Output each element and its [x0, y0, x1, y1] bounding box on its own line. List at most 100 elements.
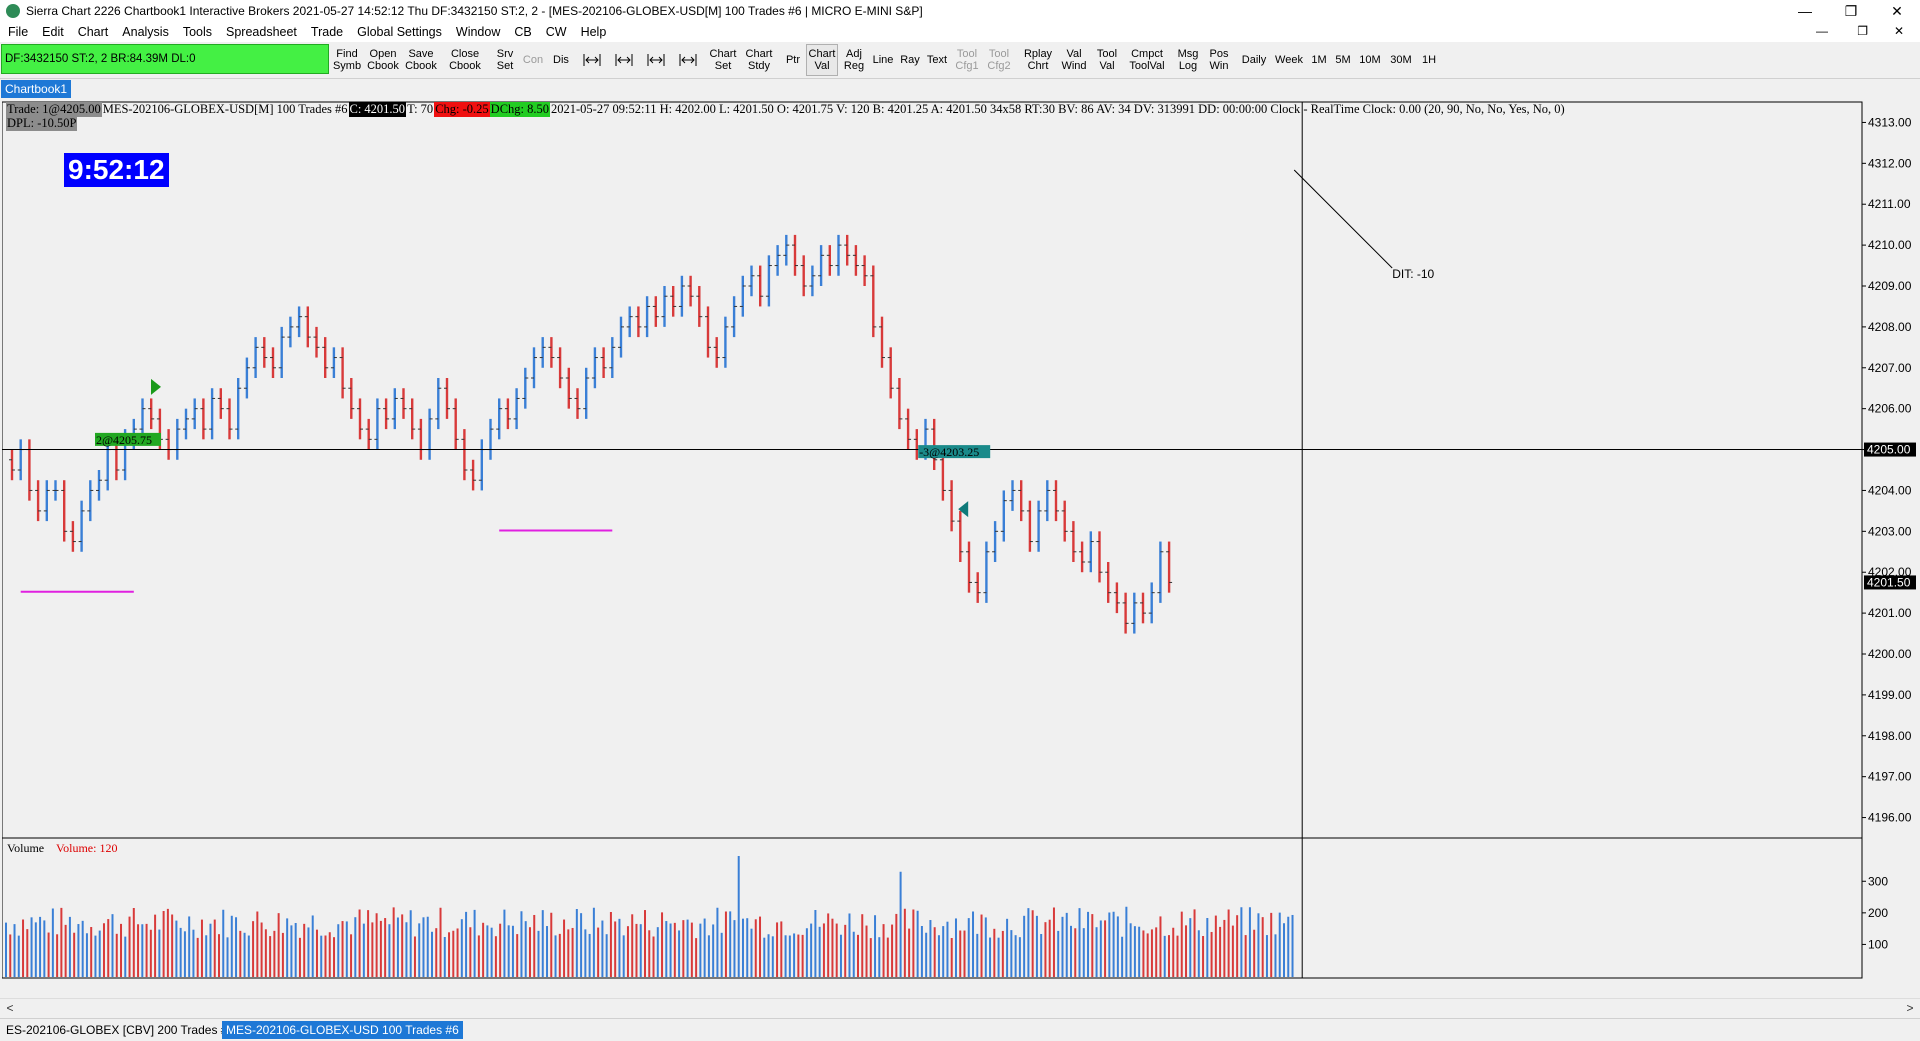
mdi-close-button[interactable]: ✕ — [1894, 24, 1904, 38]
toolbar-button-label: Reg — [843, 60, 865, 72]
window-title: Sierra Chart 2226 Chartbook1 Interactive… — [26, 4, 923, 18]
chartbook-tabstrip: Chartbook1 — [0, 80, 1920, 98]
price-chart[interactable]: 4313.00 4312.00 4211.00 4210.00 4209.00 4208.… — [2, 100, 1918, 980]
mdi-restore-button[interactable]: ❐ — [1857, 24, 1868, 38]
horizontal-scrollbar[interactable]: < > — [0, 998, 1920, 1017]
toolbar-button-label: 1M — [1311, 54, 1327, 66]
minimize-button[interactable]: — — [1782, 0, 1828, 22]
mdi-minimize-button[interactable]: — — [1816, 24, 1828, 38]
toolbar-button-dis[interactable]: Dis — [550, 44, 572, 76]
toolbar-button-msg-log[interactable]: Msg Log — [1174, 44, 1202, 76]
bar-spacing-icon-2[interactable] — [610, 44, 638, 76]
chart-tab-2[interactable]: MES-202106-GLOBEX-USD 100 Trades #6 — [222, 1021, 463, 1039]
toolbar-button-cmpct-toolval[interactable]: Cmpct ToolVal — [1126, 44, 1168, 76]
y-tick-label: 4203.00 — [1868, 524, 1912, 538]
volume-tick-label: 100 — [1868, 937, 1888, 951]
toolbar-button-line[interactable]: Line — [870, 44, 896, 76]
toolbar-button-label: Set — [496, 60, 514, 72]
chart-tab-1[interactable]: ES-202106-GLOBEX [CBV] 200 Trades #7 — [2, 1021, 238, 1039]
toolbar-button-open-cbook[interactable]: Open Cbook — [366, 44, 400, 76]
menu-global-settings[interactable]: Global Settings — [357, 25, 442, 39]
toolbar-button-daily[interactable]: Daily — [1238, 44, 1270, 76]
toolbar-button-val-wind[interactable]: Val Wind — [1058, 44, 1090, 76]
toolbar-button-label: Daily — [1241, 54, 1267, 66]
toolbar-button-label: Set — [714, 60, 732, 72]
bar-spacing-icon-4[interactable] — [674, 44, 702, 76]
toolbar-button-week[interactable]: Week — [1272, 44, 1306, 76]
menu-edit[interactable]: Edit — [42, 25, 64, 39]
menu-help[interactable]: Help — [581, 25, 607, 39]
toolbar-button-chart-stdy[interactable]: Chart Stdy — [742, 44, 776, 76]
volume-pane[interactable] — [2, 837, 1863, 979]
toolbar-button-chart-val[interactable]: Chart Val — [806, 44, 838, 76]
scroll-right-arrow[interactable]: > — [1902, 1000, 1918, 1016]
chart-area[interactable]: 4313.00 4312.00 4211.00 4210.00 4209.00 4208.… — [2, 100, 1918, 980]
tab-chartbook1[interactable]: Chartbook1 — [1, 80, 72, 98]
toolbar-button-label: Open — [369, 48, 397, 60]
clock-display: 9:52:12 — [64, 153, 169, 187]
menu-cb[interactable]: CB — [514, 25, 531, 39]
close-button[interactable]: ✕ — [1874, 0, 1920, 22]
toolbar-button-label: Dis — [553, 54, 569, 66]
menu-tools[interactable]: Tools — [183, 25, 212, 39]
chart-header: Trade: 1@4205.00 MES-202106-GLOBEX-USD[M… — [6, 102, 1566, 117]
toolbar-button-tool-cfg2[interactable]: Tool Cfg2 — [984, 44, 1014, 76]
toolbar-button-tool-val[interactable]: Tool Val — [1092, 44, 1122, 76]
volume-value-label: Volume: 120 — [56, 841, 117, 855]
toolbar-button-tool-cfg1[interactable]: Tool Cfg1 — [952, 44, 982, 76]
annotation-dit: DIT: -10 — [1392, 267, 1434, 281]
bar-spacing-icon-1[interactable] — [578, 44, 606, 76]
chart-tabs: ES-202106-GLOBEX [CBV] 200 Trades #7 MES-… — [0, 1018, 1920, 1041]
scroll-left-arrow[interactable]: < — [2, 1000, 18, 1016]
toolbar-button-label: Text — [926, 54, 948, 66]
toolbar-button-label: Cbook — [449, 60, 481, 72]
toolbar-button-label: 10M — [1359, 54, 1381, 66]
toolbar-button-save-cbook[interactable]: Save Cbook — [404, 44, 438, 76]
toolbar-button-label: Log — [1178, 60, 1198, 72]
toolbar-button-ptr[interactable]: Ptr — [782, 44, 804, 76]
toolbar-button-label: 30M — [1390, 54, 1412, 66]
toolbar-button-text[interactable]: Text — [924, 44, 950, 76]
toolbar-button-label: Con — [522, 54, 544, 66]
toolbar-button-label: Chart — [808, 48, 836, 60]
toolbar-button-adj-reg[interactable]: Adj Reg — [840, 44, 868, 76]
y-tick-label: 4313.00 — [1868, 115, 1912, 129]
toolbar-button-rplay-chrt[interactable]: Rplay Chrt — [1020, 44, 1056, 76]
y-tick-label: 4211.00 — [1868, 197, 1911, 211]
menu-cw[interactable]: CW — [546, 25, 567, 39]
toolbar-button-label: Wind — [1061, 60, 1087, 72]
price-pane[interactable] — [2, 101, 1863, 839]
toolbar-button-con[interactable]: Con — [520, 44, 546, 76]
toolbar-button-label: Pos — [1209, 48, 1229, 60]
toolbar-button-5m[interactable]: 5M — [1332, 44, 1354, 76]
menu-analysis[interactable]: Analysis — [122, 25, 169, 39]
menu-file[interactable]: File — [8, 25, 28, 39]
restore-button[interactable]: ❐ — [1828, 0, 1874, 22]
bar-spacing-icon-3[interactable] — [642, 44, 670, 76]
toolbar-button-label: Cmpct — [1131, 48, 1163, 60]
y-tick-label: 4206.00 — [1868, 402, 1912, 416]
toolbar-button-label: Msg — [1177, 48, 1199, 60]
toolbar-button-close-cbook[interactable]: Close Cbook — [448, 44, 482, 76]
menu-trade[interactable]: Trade — [311, 25, 343, 39]
menu-chart[interactable]: Chart — [78, 25, 109, 39]
price-axis-marker-label: 4201.50 — [1867, 575, 1911, 589]
toolbar-button-1h[interactable]: 1H — [1418, 44, 1440, 76]
toolbar-button-30m[interactable]: 30M — [1386, 44, 1416, 76]
toolbar-button-label: Rplay — [1023, 48, 1053, 60]
toolbar-button-srv-set[interactable]: Srv Set — [494, 44, 516, 76]
toolbar-button-label: Tool — [1096, 48, 1118, 60]
toolbar-button-ray[interactable]: Ray — [898, 44, 922, 76]
toolbar-button-label: Val — [814, 60, 830, 72]
y-tick-label: 4198.00 — [1868, 729, 1912, 743]
y-tick-label: 4200.00 — [1868, 647, 1912, 661]
toolbar-button-find-symb[interactable]: Find Symb — [332, 44, 362, 76]
toolbar-button-chart-set[interactable]: Chart Set — [706, 44, 740, 76]
header-rest: 2021-05-27 09:52:11 H: 4202.00 L: 4201.5… — [551, 102, 1565, 116]
toolbar-button-1m[interactable]: 1M — [1308, 44, 1330, 76]
menu-spreadsheet[interactable]: Spreadsheet — [226, 25, 297, 39]
toolbar-button-pos-win[interactable]: Pos Win — [1206, 44, 1232, 76]
y-tick-label: 4312.00 — [1868, 156, 1912, 170]
toolbar-button-10m[interactable]: 10M — [1356, 44, 1384, 76]
menu-window[interactable]: Window — [456, 25, 500, 39]
